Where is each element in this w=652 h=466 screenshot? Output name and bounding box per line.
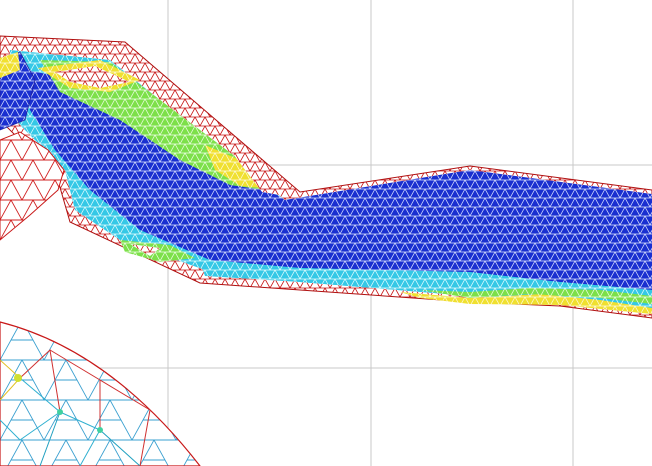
- mesh-node-marker: [14, 374, 22, 382]
- mesh-node-marker: [57, 409, 63, 415]
- mesh-viewport[interactable]: [0, 0, 652, 466]
- mesh-node-marker: [97, 427, 103, 433]
- lower-left-dome-mesh: [0, 321, 201, 466]
- mesh-canvas[interactable]: [0, 0, 652, 466]
- channel-mesh: [0, 35, 652, 319]
